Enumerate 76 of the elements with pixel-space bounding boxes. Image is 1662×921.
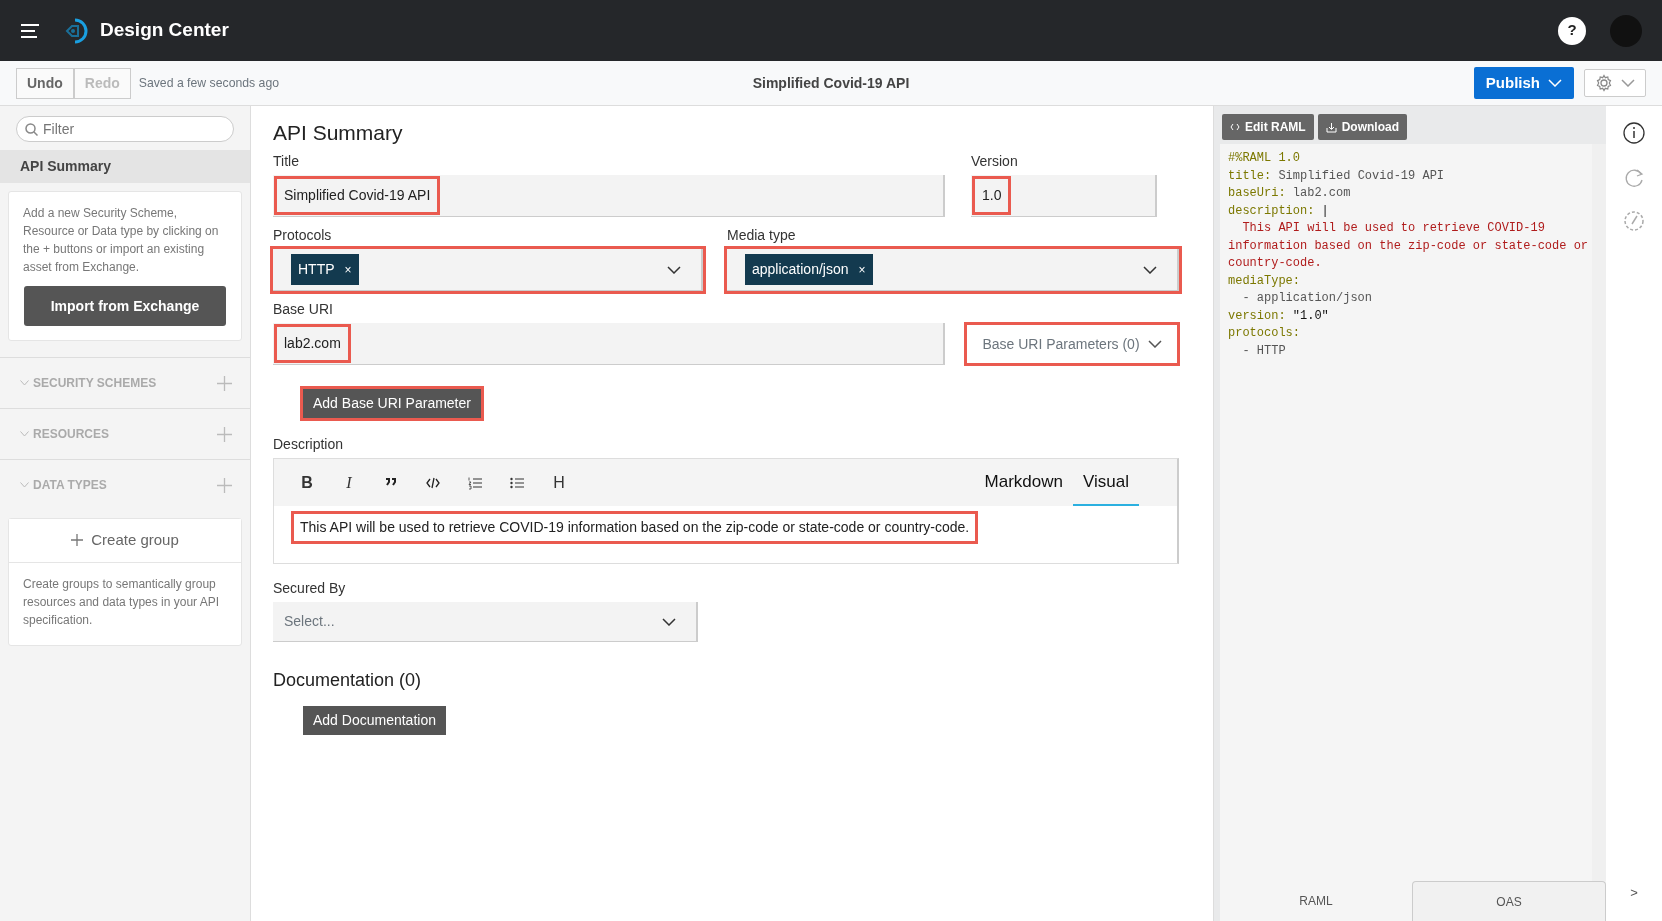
publish-button[interactable]: Publish: [1473, 66, 1574, 100]
italic-button[interactable]: I: [328, 466, 370, 499]
code-line: country-code.: [1228, 255, 1323, 272]
code-line: baseUri: lab2.com: [1228, 185, 1352, 202]
group-info-text: Create groups to semantically group resources and data types in your API specification.: [22, 575, 221, 629]
code-line: - HTTP: [1241, 342, 1287, 360]
app-title: Design Center: [100, 18, 229, 43]
code-line: mediaType:: [1228, 272, 1301, 290]
title-field[interactable]: Simplified Covid-19 API: [273, 175, 945, 218]
documentation-heading: Documentation (0): [273, 670, 423, 692]
code-line: title: Simplified Covid-19 API: [1228, 167, 1446, 185]
field-label: Title: [273, 152, 300, 172]
description-editor[interactable]: This API will be used to retrieve COVID-19 information based on the zip-code or state-code or country-code.: [274, 506, 1177, 564]
sidebar-item[interactable]: API Summary: [0, 150, 250, 183]
base-uri-parameters-dropdown[interactable]: Base URI Parameters (0): [967, 325, 1177, 364]
tag[interactable]: application/json ×: [745, 254, 873, 286]
field-label: Description: [273, 435, 345, 455]
editor-mode-tab[interactable]: Markdown: [974, 459, 1073, 506]
secured-by-select[interactable]: Select...: [273, 602, 698, 643]
download-icon: [1325, 121, 1337, 133]
add-parameter-button[interactable]: Add Base URI Parameter: [303, 389, 481, 419]
add-documentation-button[interactable]: Add Documentation: [303, 705, 446, 735]
code-line: protocols:: [1228, 325, 1301, 342]
bullet-list-icon[interactable]: [509, 475, 525, 490]
chevron-down-icon: [20, 431, 29, 437]
download-button[interactable]: Download: [1317, 114, 1407, 140]
add-icon[interactable]: [217, 375, 232, 391]
code-line: #%RAML 1.0: [1228, 150, 1301, 167]
field-label: Protocols: [273, 226, 333, 246]
section-heading: API Summary: [273, 120, 404, 146]
chevron-down-icon: [1147, 340, 1162, 349]
expand-button[interactable]: >: [1624, 881, 1644, 903]
edit-raml-button[interactable]: Edit RAML: [1222, 114, 1314, 140]
code-line: version: "1.0": [1228, 307, 1330, 325]
settings-button[interactable]: [1584, 69, 1646, 97]
gauge-icon[interactable]: [1623, 210, 1645, 232]
project-title: Simplified Covid-19 API: [752, 74, 910, 91]
import-button[interactable]: Import from Exchange: [24, 286, 226, 326]
version-field[interactable]: 1.0: [971, 175, 1157, 218]
code-line: - application/json: [1241, 290, 1374, 307]
field-label: Secured By: [273, 579, 347, 599]
chevron-down-icon: [20, 380, 29, 386]
protocols-field[interactable]: HTTP ×: [273, 249, 703, 292]
media-type-field[interactable]: application/json ×: [727, 249, 1179, 292]
create-group-button[interactable]: Create group: [9, 519, 241, 563]
undo-button[interactable]: Undo: [16, 67, 74, 99]
bold-button[interactable]: B: [286, 466, 328, 499]
plus-icon: [71, 534, 84, 547]
info-text: Add a new Security Scheme, Resource or Data type by clicking on the + buttons or import an existing asset from Exchange.: [22, 205, 220, 276]
caret-icon: [1621, 79, 1635, 87]
help-button[interactable]: ?: [1558, 16, 1586, 45]
add-icon[interactable]: [217, 477, 232, 493]
numbered-list-icon[interactable]: [467, 475, 483, 490]
code-line: This API will be used to retrieve COVID-19: [1241, 220, 1546, 237]
chevron-down-icon: [667, 265, 681, 274]
chevron-down-icon: [20, 482, 29, 488]
code-icon: [1230, 123, 1240, 131]
caret-icon: [1548, 79, 1562, 87]
chevron-down-icon: [662, 617, 676, 626]
code-line: description: |: [1228, 202, 1330, 220]
heading-button[interactable]: H: [538, 466, 580, 499]
field-label: Media type: [727, 226, 797, 246]
base-uri-field[interactable]: lab2.com: [273, 323, 945, 366]
save-status: Saved a few seconds ago: [138, 74, 280, 92]
chevron-down-icon: [1143, 265, 1157, 274]
info-icon[interactable]: [1623, 122, 1645, 144]
code-icon[interactable]: [425, 475, 441, 490]
format-tab[interactable]: OAS: [1412, 881, 1606, 921]
filter-field[interactable]: Filter: [16, 116, 234, 142]
menu-icon[interactable]: [20, 22, 40, 39]
field-label: Version: [971, 152, 1019, 172]
settings-icon: [1595, 74, 1613, 92]
field-label: Base URI: [273, 300, 334, 320]
editor-mode-tab[interactable]: Visual: [1073, 459, 1139, 506]
add-icon[interactable]: [217, 426, 232, 442]
tag[interactable]: HTTP ×: [291, 254, 359, 286]
